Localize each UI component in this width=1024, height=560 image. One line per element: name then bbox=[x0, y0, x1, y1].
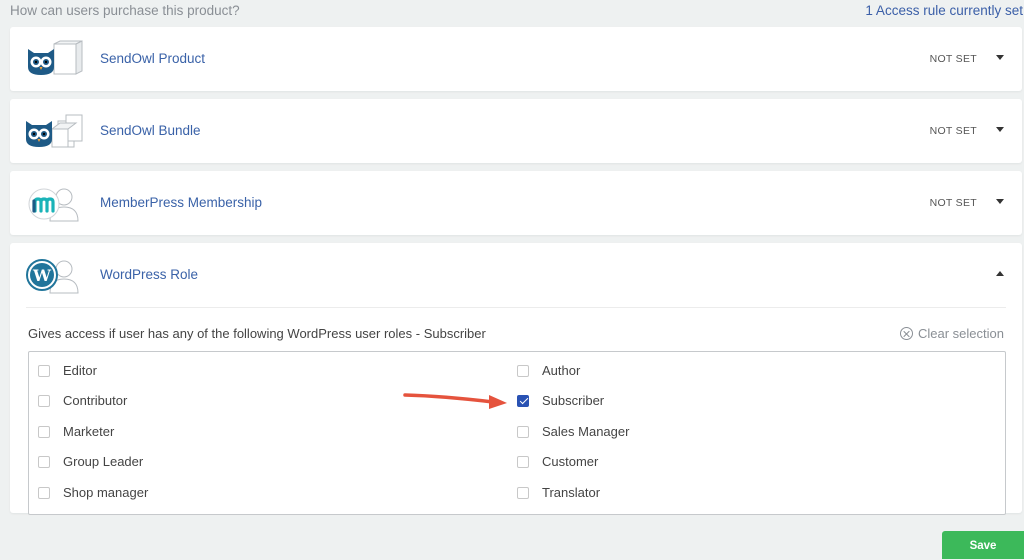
checkbox[interactable] bbox=[517, 425, 529, 438]
status-badge: NOT SET bbox=[929, 125, 977, 137]
top-bar: How can users purchase this product? 1 A… bbox=[0, 0, 1024, 22]
rule-label-sendowl-product: SendOwl Product bbox=[100, 51, 206, 66]
checkbox-checked[interactable] bbox=[517, 394, 529, 407]
save-button[interactable]: Save bbox=[942, 531, 1024, 559]
checkbox[interactable] bbox=[38, 455, 50, 468]
status-badge: NOT SET bbox=[929, 197, 977, 209]
svg-text:W: W bbox=[32, 266, 52, 285]
chevron-down-icon[interactable] bbox=[996, 127, 1004, 132]
rule-label-wordpress-role: WordPress Role bbox=[100, 267, 199, 282]
wordpress-icon: W bbox=[24, 255, 88, 297]
checkbox[interactable] bbox=[38, 394, 50, 407]
rule-card-sendowl-bundle[interactable]: SendOwl Bundle NOT SET bbox=[10, 99, 1022, 163]
roles-checkbox-list: Editor Contributor Marketer Group Leader… bbox=[28, 351, 1006, 515]
rule-label-memberpress-membership: MemberPress Membership bbox=[100, 195, 263, 210]
divider bbox=[26, 307, 1006, 308]
clear-selection-label: Clear selection bbox=[918, 326, 1004, 341]
role-label: Customer bbox=[542, 454, 599, 469]
checkbox[interactable] bbox=[517, 486, 529, 499]
clear-selection-button[interactable]: Clear selection bbox=[900, 326, 1004, 341]
purchase-question: How can users purchase this product? bbox=[10, 3, 240, 18]
role-label: Subscriber bbox=[542, 393, 605, 408]
close-circle-icon bbox=[900, 327, 913, 340]
role-label: Marketer bbox=[63, 424, 115, 439]
rule-card-wordpress-role: W WordPress Role Gives access if user ha… bbox=[10, 243, 1022, 515]
role-option-editor[interactable]: Editor bbox=[38, 363, 97, 378]
rule-card-memberpress-membership[interactable]: MemberPress Membership NOT SET bbox=[10, 171, 1022, 235]
checkbox[interactable] bbox=[38, 425, 50, 438]
role-label: Author bbox=[542, 363, 581, 378]
role-label: Sales Manager bbox=[542, 424, 630, 439]
role-option-sales-manager[interactable]: Sales Manager bbox=[517, 424, 629, 439]
access-rule-count[interactable]: 1 Access rule currently set bbox=[865, 3, 1023, 18]
role-option-author[interactable]: Author bbox=[517, 363, 580, 378]
role-option-translator[interactable]: Translator bbox=[517, 485, 600, 500]
chevron-up-icon[interactable] bbox=[996, 271, 1004, 276]
checkbox[interactable] bbox=[38, 486, 50, 499]
role-option-customer[interactable]: Customer bbox=[517, 454, 598, 469]
red-arrow-annotation bbox=[403, 393, 507, 409]
role-label: Translator bbox=[542, 485, 601, 500]
chevron-down-icon[interactable] bbox=[996, 199, 1004, 204]
chevron-down-icon[interactable] bbox=[996, 55, 1004, 60]
checkbox[interactable] bbox=[517, 364, 529, 377]
role-label: Editor bbox=[63, 363, 97, 378]
sendowl-bundle-icon bbox=[24, 111, 88, 153]
role-option-marketer[interactable]: Marketer bbox=[38, 424, 114, 439]
status-badge: NOT SET bbox=[929, 53, 977, 65]
role-label: Contributor bbox=[63, 393, 128, 408]
role-option-shop-manager[interactable]: Shop manager bbox=[38, 485, 148, 500]
checkbox[interactable] bbox=[38, 364, 50, 377]
rule-card-sendowl-product[interactable]: SendOwl Product NOT SET bbox=[10, 27, 1022, 91]
role-option-subscriber[interactable]: Subscriber bbox=[517, 393, 604, 408]
role-label: Group Leader bbox=[63, 454, 144, 469]
role-description: Gives access if user has any of the foll… bbox=[28, 326, 486, 341]
role-option-group-leader[interactable]: Group Leader bbox=[38, 454, 143, 469]
role-option-contributor[interactable]: Contributor bbox=[38, 393, 127, 408]
checkbox[interactable] bbox=[517, 455, 529, 468]
sendowl-owl-icon bbox=[24, 39, 88, 81]
rule-label-sendowl-bundle: SendOwl Bundle bbox=[100, 123, 201, 138]
role-label: Shop manager bbox=[63, 485, 149, 500]
memberpress-icon bbox=[24, 183, 88, 225]
